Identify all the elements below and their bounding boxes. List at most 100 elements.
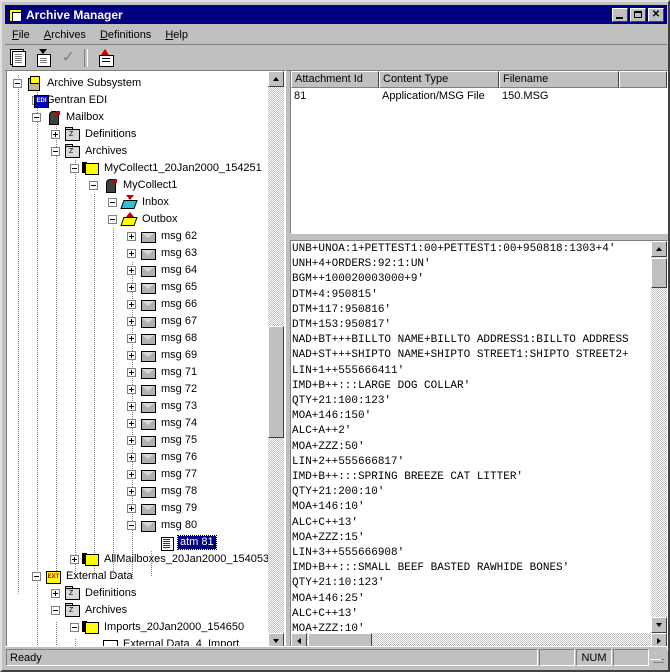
- copy-document-icon[interactable]: [7, 47, 30, 69]
- collapse-minus-icon[interactable]: [32, 113, 41, 122]
- expand-plus-icon[interactable]: [127, 368, 136, 377]
- tree-node[interactable]: EDI Gentran EDI: [32, 92, 109, 109]
- tree-node[interactable]: msg 72: [127, 381, 199, 398]
- menu-item-archives[interactable]: Archives: [37, 28, 93, 42]
- tree-vertical-scrollbar[interactable]: [268, 71, 284, 649]
- message-icon: [139, 416, 156, 431]
- expand-plus-icon[interactable]: [70, 555, 79, 564]
- tree-node[interactable]: msg 66: [127, 296, 199, 313]
- list-cell-filename: 150.MSG: [502, 89, 549, 102]
- collapse-minus-icon[interactable]: [51, 147, 60, 156]
- list-column-header[interactable]: Filename: [499, 71, 619, 88]
- tree-node[interactable]: Z Definitions: [51, 585, 138, 602]
- close-button[interactable]: ✕: [648, 7, 664, 22]
- archive-down-icon[interactable]: [32, 47, 55, 69]
- tree-scroll-thumb[interactable]: [268, 325, 284, 438]
- tree-node[interactable]: Z Archives: [51, 143, 129, 160]
- tree-node[interactable]: msg 79: [127, 500, 199, 517]
- tree-node[interactable]: msg 67: [127, 313, 199, 330]
- expand-plus-icon[interactable]: [127, 453, 136, 462]
- table-row[interactable]: 81 Application/MSG File 150.MSG: [291, 88, 667, 103]
- text-scroll-down-button[interactable]: [651, 617, 667, 633]
- message-text-view[interactable]: UNB+UNOA:1+PETTEST1:00+PETTEST1:00+95081…: [290, 240, 668, 650]
- tree-node[interactable]: Inbox: [108, 194, 171, 211]
- resize-grip[interactable]: [651, 650, 665, 664]
- text-scroll-up-button[interactable]: [651, 241, 667, 257]
- tree-node-label: msg 64: [161, 264, 198, 276]
- tree-node[interactable]: msg 71: [127, 364, 199, 381]
- maximize-button[interactable]: [630, 7, 646, 22]
- tree-node[interactable]: msg 80: [127, 517, 199, 534]
- expand-plus-icon[interactable]: [127, 266, 136, 275]
- minimize-button[interactable]: [612, 7, 628, 22]
- expand-plus-icon[interactable]: [127, 385, 136, 394]
- tree-node[interactable]: Outbox: [108, 211, 179, 228]
- collapse-minus-icon[interactable]: [32, 572, 41, 581]
- menu-item-definitions[interactable]: Definitions: [93, 28, 158, 42]
- tree-node[interactable]: msg 65: [127, 279, 199, 296]
- list-column-header[interactable]: Content Type: [379, 71, 499, 88]
- expand-plus-icon[interactable]: [127, 504, 136, 513]
- tree-node[interactable]: Mailbox: [32, 109, 106, 126]
- tree-node[interactable]: msg 74: [127, 415, 199, 432]
- tree-node[interactable]: MyCollect1: [89, 177, 179, 194]
- checkmark-icon[interactable]: ✓: [57, 47, 80, 69]
- tree-node[interactable]: Z Definitions: [51, 126, 138, 143]
- menu-item-help[interactable]: Help: [158, 28, 195, 42]
- archive-tree-view[interactable]: Archive Subsystem EDI Gentran EDI Mailbox Z D…: [6, 70, 286, 650]
- tree-node[interactable]: msg 62: [127, 228, 199, 245]
- tree-node[interactable]: atm 81: [146, 534, 217, 551]
- tree-node[interactable]: msg 78: [127, 483, 199, 500]
- collapse-minus-icon[interactable]: [70, 623, 79, 632]
- list-column-header[interactable]: [619, 71, 667, 88]
- collapse-minus-icon[interactable]: [127, 521, 136, 530]
- collapse-minus-icon[interactable]: [13, 79, 22, 88]
- collapse-minus-icon[interactable]: [108, 215, 117, 224]
- tree-node[interactable]: msg 77: [127, 466, 199, 483]
- collapse-minus-icon[interactable]: [51, 606, 60, 615]
- tree-node[interactable]: MyCollect1_20Jan2000_154251: [70, 160, 264, 177]
- expand-plus-icon[interactable]: [127, 470, 136, 479]
- expand-plus-icon[interactable]: [127, 419, 136, 428]
- toolbar-separator: [84, 48, 88, 67]
- tree-node[interactable]: Archive Subsystem: [13, 75, 143, 92]
- tree-node[interactable]: AllMailboxes_20Jan2000_154053: [70, 551, 269, 568]
- expand-plus-icon[interactable]: [51, 130, 60, 139]
- attachment-list-view[interactable]: Attachment Id Content Type Filename 81 Appl…: [290, 70, 668, 234]
- tree-node-label: msg 66: [161, 298, 198, 310]
- expand-plus-icon[interactable]: [127, 351, 136, 360]
- expand-plus-icon[interactable]: [127, 436, 136, 445]
- text-vertical-scrollbar[interactable]: [651, 241, 667, 633]
- message-icon: [139, 331, 156, 346]
- tree-node[interactable]: msg 68: [127, 330, 199, 347]
- expand-plus-icon[interactable]: [127, 300, 136, 309]
- expand-plus-icon[interactable]: [127, 283, 136, 292]
- expand-plus-icon[interactable]: [127, 232, 136, 241]
- expand-plus-icon[interactable]: [127, 249, 136, 258]
- tree-node[interactable]: msg 73: [127, 398, 199, 415]
- expand-plus-icon[interactable]: [127, 487, 136, 496]
- expand-plus-icon[interactable]: [127, 334, 136, 343]
- tree-node-label: MyCollect1: [123, 179, 178, 191]
- collapse-minus-icon[interactable]: [89, 181, 98, 190]
- tree-node[interactable]: msg 76: [127, 449, 199, 466]
- menu-item-file[interactable]: File: [5, 28, 37, 42]
- collapse-minus-icon[interactable]: [70, 164, 79, 173]
- tree-node-label: Outbox: [142, 213, 178, 225]
- tree-scroll-up-button[interactable]: [268, 71, 284, 87]
- expand-plus-icon[interactable]: [127, 317, 136, 326]
- tree-node[interactable]: msg 64: [127, 262, 199, 279]
- list-cell-attachment-id: 81: [294, 89, 307, 102]
- expand-plus-icon[interactable]: [127, 402, 136, 411]
- tree-node[interactable]: Imports_20Jan2000_154650: [70, 619, 246, 636]
- text-scroll-vthumb[interactable]: [651, 258, 667, 288]
- tree-node[interactable]: msg 63: [127, 245, 199, 262]
- expand-plus-icon[interactable]: [51, 589, 60, 598]
- tree-node[interactable]: EXT External Data: [32, 568, 135, 585]
- tree-node[interactable]: msg 75: [127, 432, 199, 449]
- tree-node[interactable]: msg 69: [127, 347, 199, 364]
- collapse-minus-icon[interactable]: [108, 198, 117, 207]
- tree-node[interactable]: Z Archives: [51, 602, 129, 619]
- restore-up-icon[interactable]: [94, 47, 117, 69]
- list-column-header[interactable]: Attachment Id: [291, 71, 379, 88]
